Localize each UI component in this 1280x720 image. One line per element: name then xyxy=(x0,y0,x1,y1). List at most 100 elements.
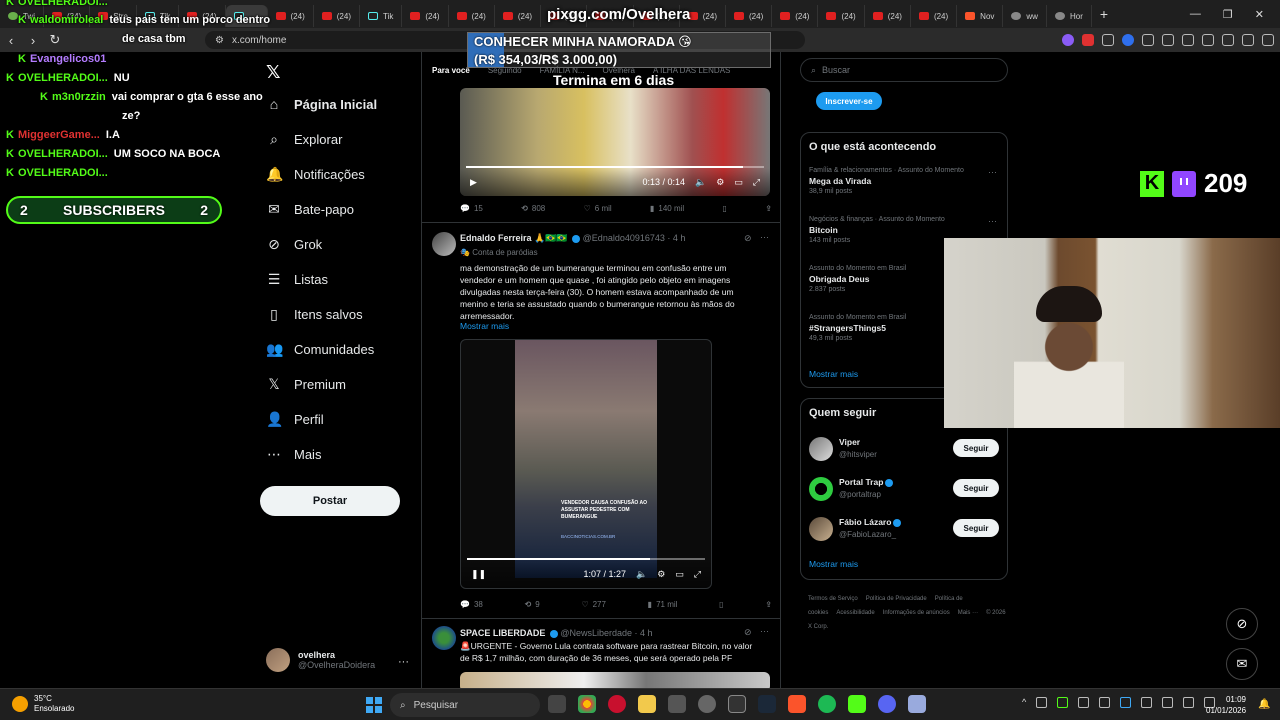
follow-suggestion[interactable]: Portal Trap @portaltrap Seguir xyxy=(809,475,999,503)
like-button[interactable]: ♡ 277 xyxy=(581,600,606,609)
footer-link[interactable]: Política de Privacidade xyxy=(866,596,927,602)
suggestion-name[interactable]: Viper xyxy=(839,437,860,447)
microphone-icon[interactable] xyxy=(1141,697,1153,708)
extension-blue-icon[interactable] xyxy=(1122,34,1134,46)
shield-icon[interactable] xyxy=(1242,34,1254,46)
trends-show-more[interactable]: Mostrar mais xyxy=(809,369,858,379)
account-switcher[interactable]: ovelhera @OvelheraDoidera xyxy=(266,648,375,672)
author-handle[interactable]: @Ednaldo40916743 · 4 h xyxy=(583,233,686,243)
volume-icon[interactable] xyxy=(1183,697,1195,708)
extension-puzzle-icon[interactable] xyxy=(1142,34,1154,46)
discord-icon[interactable] xyxy=(878,695,896,713)
extension-red-icon[interactable] xyxy=(1082,34,1094,46)
views-button[interactable]: ▮ 71 mil xyxy=(648,600,678,609)
nav-item[interactable]: ⋯ Mais xyxy=(266,446,321,463)
maximize-icon[interactable]: ❐ xyxy=(1223,8,1233,21)
footer-link[interactable]: Termos de Serviço xyxy=(808,596,858,602)
browser-tab[interactable]: (24) xyxy=(726,5,773,27)
suggestion-name[interactable]: Portal Trap xyxy=(839,477,894,487)
more-icon[interactable]: ··· xyxy=(760,626,769,636)
steam-icon[interactable] xyxy=(758,695,776,713)
music-icon[interactable] xyxy=(1162,34,1174,46)
settings-icon[interactable]: ⚙ xyxy=(657,569,665,580)
more-icon[interactable]: ··· xyxy=(760,232,769,242)
chrome-icon[interactable] xyxy=(578,695,596,713)
taskbar-clock[interactable]: 01:09 01/01/2026 xyxy=(1206,694,1246,716)
notepad-icon[interactable] xyxy=(908,695,926,713)
nav-item[interactable]: 👥 Comunidades xyxy=(266,341,374,358)
notification-bell-icon[interactable]: 🔔 xyxy=(1258,699,1270,710)
kick-icon[interactable] xyxy=(848,695,866,713)
tray-chevron-icon[interactable]: ^ xyxy=(1022,697,1026,708)
windows-start-icon[interactable] xyxy=(366,697,382,713)
browser-tab[interactable]: ww xyxy=(1003,5,1047,27)
browser-tab[interactable]: Tik xyxy=(360,5,403,27)
author-name[interactable]: SPACE LIBERDADE xyxy=(460,628,545,638)
follow-button[interactable]: Seguir xyxy=(953,439,999,457)
file-explorer-icon[interactable] xyxy=(638,695,656,713)
tray-app-icon[interactable] xyxy=(1078,697,1090,708)
volume-icon[interactable]: 🔈 xyxy=(636,569,647,580)
browser-tab[interactable]: (24) xyxy=(495,5,542,27)
trend-more-icon[interactable]: ··· xyxy=(988,167,997,177)
grok-icon[interactable]: ⊘ xyxy=(744,233,752,244)
app-icon[interactable] xyxy=(728,695,746,713)
bookmark-button[interactable]: ▯ xyxy=(719,600,723,609)
repost-button[interactable]: ⟲ 9 xyxy=(525,600,540,609)
pause-icon[interactable]: ❚❚ xyxy=(471,569,486,580)
author-handle[interactable]: @NewsLiberdade · 4 h xyxy=(560,628,652,638)
messages-float-icon[interactable]: ✉ xyxy=(1226,648,1258,680)
tweet-image-3[interactable] xyxy=(460,672,770,688)
new-tab-icon[interactable]: + xyxy=(1100,6,1108,22)
show-more-link[interactable]: Mostrar mais xyxy=(460,321,509,331)
repost-button[interactable]: ⟲ 808 xyxy=(521,204,545,213)
share-button[interactable]: ⇪ xyxy=(765,600,772,609)
extension-purple-icon[interactable] xyxy=(1062,34,1074,46)
follow-button[interactable]: Seguir xyxy=(953,519,999,537)
pip-icon[interactable]: ▭ xyxy=(675,569,684,580)
grok-float-icon[interactable]: ⊘ xyxy=(1226,608,1258,640)
bookmark-button[interactable]: ▯ xyxy=(723,204,727,213)
follow-button[interactable]: Seguir xyxy=(953,479,999,497)
task-view-icon[interactable] xyxy=(548,695,566,713)
nav-item[interactable]: ✉ Bate-papo xyxy=(266,201,354,218)
timeline-tab[interactable]: Para você xyxy=(432,66,470,75)
spotify-icon[interactable] xyxy=(818,695,836,713)
browser-tab[interactable]: (24) xyxy=(314,5,360,27)
footer-link[interactable]: Informações de anúncios xyxy=(883,610,950,616)
avatar[interactable] xyxy=(432,232,456,256)
trend-more-icon[interactable]: ··· xyxy=(988,216,997,226)
follow-suggestion[interactable]: Viper @hitsviper Seguir xyxy=(809,435,999,463)
nav-item[interactable]: ☰ Listas xyxy=(266,271,328,288)
nav-item[interactable]: ⊘ Grok xyxy=(266,236,322,253)
browser-tab[interactable]: Nov xyxy=(957,5,1004,27)
extension-icon[interactable] xyxy=(1102,34,1114,46)
fullscreen-icon[interactable]: ⤢ xyxy=(694,569,701,580)
close-icon[interactable]: ✕ xyxy=(1255,8,1264,21)
reply-button[interactable]: 💬 38 xyxy=(460,600,483,609)
leo-icon[interactable] xyxy=(1222,34,1234,46)
volume-icon[interactable]: 🔈 xyxy=(695,177,706,188)
grok-icon[interactable]: ⊘ xyxy=(744,627,752,638)
tray-app-icon[interactable] xyxy=(1099,697,1111,708)
share-button[interactable]: ⇪ xyxy=(765,204,772,213)
tweet-video-2[interactable]: VENDEDOR CAUSA CONFUSÃO AO ASSUSTAR PEDE… xyxy=(460,339,712,589)
menu-icon[interactable] xyxy=(1262,34,1274,46)
tray-app-icon[interactable] xyxy=(1036,697,1048,708)
like-button[interactable]: ♡ 6 mil xyxy=(584,204,612,213)
fullscreen-icon[interactable]: ⤢ xyxy=(753,177,760,188)
footer-link[interactable]: Mais ··· xyxy=(958,610,978,616)
browser-tab[interactable]: (24) xyxy=(911,5,958,27)
browser-tab[interactable]: (24) xyxy=(402,5,449,27)
browser-tab[interactable]: (24) xyxy=(818,5,865,27)
browser-tab[interactable]: Hor xyxy=(1047,5,1092,27)
tweet-video-1[interactable]: ▶ 0:13 / 0:14 🔈 ⚙ ▭ ⤢ xyxy=(460,88,770,196)
network-icon[interactable] xyxy=(1162,697,1174,708)
tray-app-icon[interactable] xyxy=(1057,697,1069,708)
avatar[interactable] xyxy=(809,437,833,461)
browser-tab[interactable]: (24) xyxy=(449,5,495,27)
avatar[interactable] xyxy=(809,517,833,541)
avatar[interactable] xyxy=(809,477,833,501)
trend-item[interactable]: Família & relacionamentos · Assunto do M… xyxy=(809,167,999,195)
play-icon[interactable]: ▶ xyxy=(470,177,477,188)
